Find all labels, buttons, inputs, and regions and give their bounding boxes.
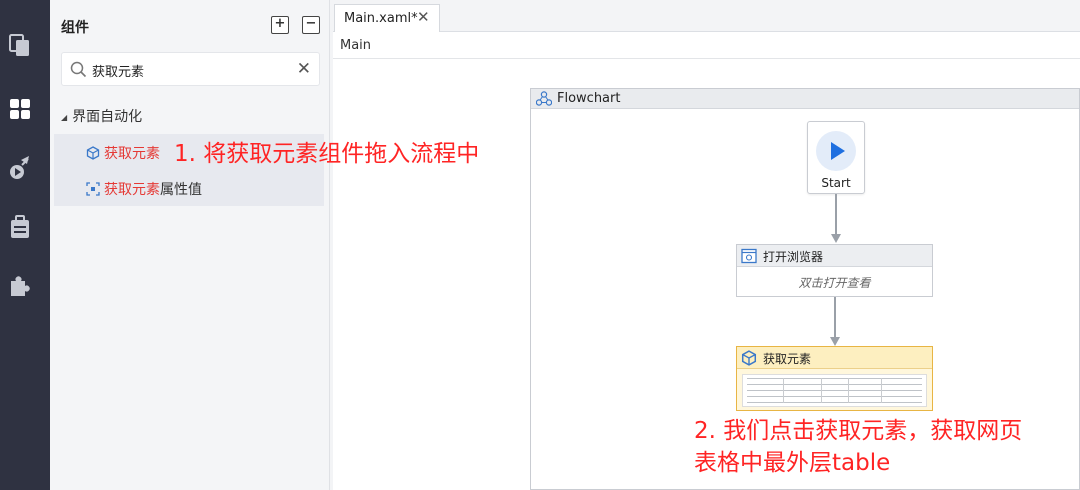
category-ui-automation[interactable]: ◢ 界面自动化: [61, 106, 142, 126]
tree-item-get-element-attribute[interactable]: 获取元素属性值: [54, 170, 324, 206]
activity-open-browser[interactable]: 打开浏览器 双击打开查看: [736, 244, 933, 297]
clear-search-icon[interactable]: ✕: [297, 59, 311, 79]
breadcrumb: Main: [333, 33, 1080, 59]
search-input[interactable]: [92, 60, 287, 80]
select-frame-icon: [86, 181, 100, 200]
play-icon: [816, 131, 856, 171]
search-box: ✕: [61, 52, 320, 86]
annotation-step-2-line-2: 表格中最外层table: [694, 450, 891, 476]
tab-label: Main.xaml*: [344, 11, 418, 26]
flowchart-icon: [535, 91, 553, 110]
tree-item-label: 获取元素: [104, 146, 160, 162]
tab-main-xaml[interactable]: Main.xaml* ✕: [334, 4, 440, 32]
cube-icon: [86, 145, 100, 164]
activity-header: 打开浏览器: [737, 245, 932, 267]
annotation-step-2-line-1: 2. 我们点击获取元素，获取网页: [694, 418, 1023, 444]
tab-bar: Main.xaml* ✕: [333, 0, 1080, 32]
panel-title: 组件: [61, 20, 89, 36]
rocket-icon[interactable]: [8, 154, 32, 180]
collapse-all-button[interactable]: −: [302, 16, 320, 34]
activity-get-element[interactable]: 获取元素: [736, 346, 933, 411]
close-tab-icon[interactable]: ✕: [417, 8, 430, 26]
search-icon: [70, 61, 87, 82]
start-node[interactable]: Start: [807, 121, 865, 194]
element-preview-thumbnail: [742, 374, 927, 407]
category-label: 界面自动化: [72, 109, 143, 125]
annotation-step-1: 1. 将获取元素组件拖入流程中: [174, 141, 480, 167]
breadcrumb-main[interactable]: Main: [340, 38, 371, 53]
browser-icon: [741, 248, 757, 268]
briefcase-icon[interactable]: [8, 214, 32, 240]
flowchart-header: Flowchart: [531, 89, 1079, 109]
activity-title: 打开浏览器: [763, 250, 824, 264]
expand-all-button[interactable]: +: [271, 16, 289, 34]
grid-icon[interactable]: [8, 96, 32, 122]
connector-arrow: [831, 194, 841, 243]
puzzle-icon[interactable]: [8, 272, 32, 298]
start-label: Start: [821, 176, 851, 190]
cube-icon: [741, 350, 757, 370]
copy-icon[interactable]: [8, 33, 32, 59]
collapse-triangle-icon: ◢: [61, 112, 68, 122]
component-panel: 组件 + − ✕ ◢ 界面自动化 获取元素 获取元素属性值: [50, 0, 330, 490]
activity-title: 获取元素: [763, 352, 812, 366]
activity-header: 获取元素: [737, 347, 932, 369]
tree-item-label: 获取元素属性值: [104, 182, 202, 198]
connector-arrow: [830, 297, 840, 346]
activity-hint: 双击打开查看: [798, 276, 871, 290]
activity-rail: [0, 0, 50, 490]
flowchart-title: Flowchart: [557, 91, 621, 106]
